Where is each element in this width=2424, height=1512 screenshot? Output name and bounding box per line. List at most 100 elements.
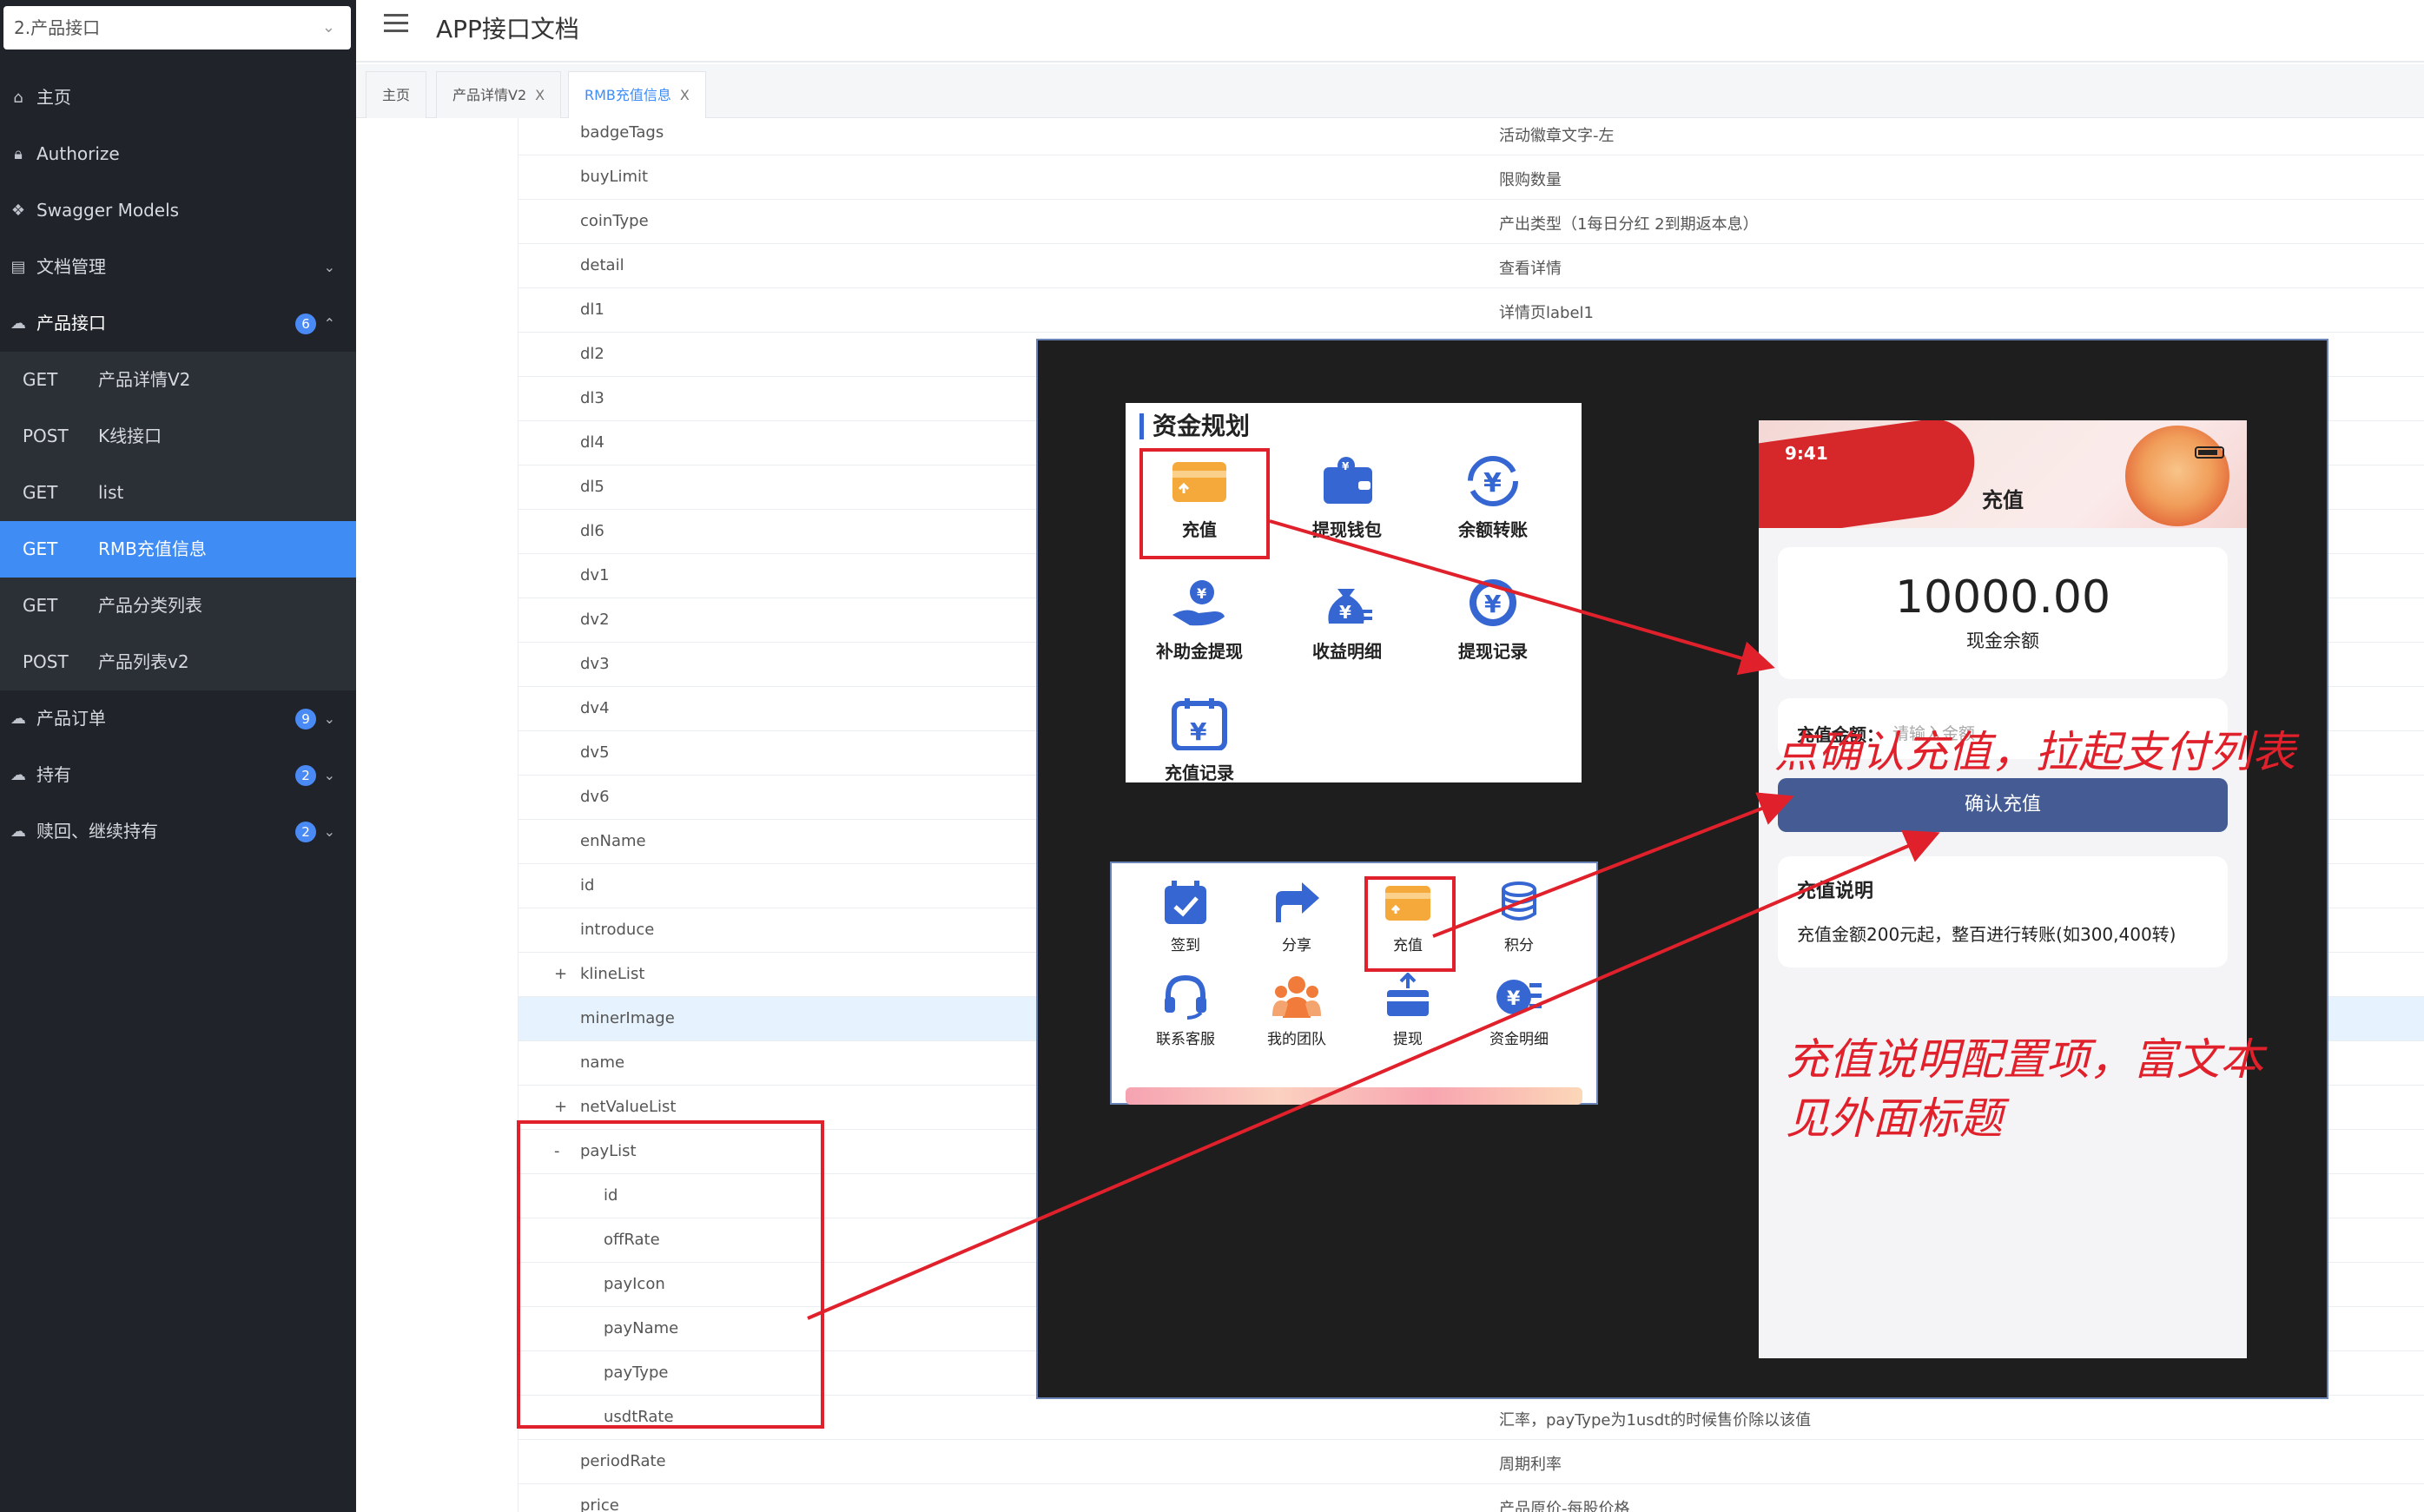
checkin-icon [1161,879,1210,926]
sidebar-item-redeem[interactable]: ☁ 赎回、继续持有 2 ⌄ [0,803,356,860]
sidebar-subitem[interactable]: POST K线接口 [0,408,356,465]
sidebar-item-doc-manage[interactable]: ▤ 文档管理 ⌄ [0,239,356,295]
param-description: 产出类型（1每日分红 2到期返本息） [1499,215,1759,234]
param-name: dv2 [580,611,610,629]
fund-detail-icon: ¥ [1495,973,1543,1020]
menu-toggle-icon[interactable] [384,14,408,36]
tab-product-detail[interactable]: 产品详情V2 X [436,71,562,118]
sidebar-subitem[interactable]: POST 产品列表v2 [0,634,356,690]
sidebar-item-authorize[interactable]: 🔒︎ Authorize [0,126,356,182]
sidebar-item-home[interactable]: ⌂ 主页 [0,69,356,126]
sidebar-item-label: 产品接口 [36,313,106,333]
phone-recharge-screen: 9:41 充值 10000.00 现金余额 充值金额： 请输入金额 确认充值 充… [1759,420,2247,1358]
hand-coin-icon: ¥ [1169,577,1230,629]
param-name: netValueList [580,1098,677,1116]
expand-icon[interactable]: + [554,965,567,983]
grid-item-label: 提现 [1393,1031,1423,1048]
count-badge: 2 [295,822,316,842]
svg-text:¥: ¥ [1484,590,1502,618]
grid-item-balance-transfer[interactable]: ¥ 余额转账 [1428,455,1558,541]
lock-icon: 🔒︎ [14,145,23,163]
param-name: dv3 [580,655,610,673]
close-icon[interactable]: X [680,87,690,103]
grid-item-label: 充值记录 [1165,763,1234,782]
tab-rmb-recharge[interactable]: RMB充值信息 X [568,71,706,118]
param-name: dl4 [580,433,604,452]
count-badge: 9 [295,709,316,730]
sidebar-item-label: 主页 [36,87,71,108]
grid-item-earnings-detail[interactable]: ¥ 收益明细 [1282,577,1412,663]
close-icon[interactable]: X [535,87,545,103]
coins-icon [1495,879,1543,926]
sidebar-item-holding[interactable]: ☁ 持有 2 ⌄ [0,747,356,803]
phone-page-title: 充值 [1982,488,2024,512]
table-row: detail 查看详情 [518,244,2424,288]
svg-text:¥: ¥ [1190,717,1207,746]
grid-item-points[interactable]: 积分 [1471,879,1567,954]
grid-item-label: 补助金提现 [1156,641,1243,662]
grid-item-checkin[interactable]: 签到 [1138,879,1233,954]
param-name: dl3 [580,389,604,407]
grid-item-withdraw-wallet[interactable]: ¥ 提现钱包 [1282,455,1412,541]
grid-item-label: 资金明细 [1489,1031,1549,1048]
param-name: dv5 [580,743,610,762]
expand-icon[interactable]: + [554,1098,567,1116]
highlight-box-paylist [517,1120,824,1429]
sidebar-subitem[interactable]: GET 产品详情V2 [0,352,356,408]
grid-item-fund-detail[interactable]: ¥ 资金明细 [1471,973,1567,1048]
http-method: GET [23,538,58,559]
sidebar-item-label: 持有 [36,764,71,785]
endpoint-label: 产品列表v2 [98,651,189,672]
param-description: 限购数量 [1499,171,1562,189]
sidebar-item-swagger-models[interactable]: ❖ Swagger Models [0,182,356,239]
confirm-recharge-button[interactable]: 确认充值 [1778,778,2228,832]
grid-item-withdraw[interactable]: 提现 [1360,972,1456,1048]
phone-header: 9:41 充值 [1759,420,2247,528]
grid-item-label: 余额转账 [1458,519,1528,540]
grid-item-recharge-record[interactable]: ¥ 充值记录 [1134,698,1265,782]
http-method: GET [23,482,58,503]
table-row: coinType 产出类型（1每日分红 2到期返本息） [518,200,2424,244]
param-name: detail [580,256,624,274]
http-method: POST [23,426,69,446]
withdraw-icon [1384,972,1432,1020]
grid-item-label: 提现钱包 [1312,519,1382,540]
annotation-confirm: 点确认充值，拉起支付列表 [1774,727,2295,777]
grid-item-withdraw-record[interactable]: ¥ 提现记录 [1428,577,1558,663]
grid-item-support[interactable]: 联系客服 [1138,973,1233,1048]
endpoint-label: 产品分类列表 [98,595,202,616]
sidebar-item-label: 赎回、继续持有 [36,821,158,842]
sidebar-subitem[interactable]: GET list [0,465,356,521]
param-name: dv4 [580,699,610,717]
sidebar-subitem-selected[interactable]: GET RMB充值信息 [0,521,356,578]
tab-home[interactable]: 主页 [366,71,427,118]
grid-item-label: 提现记录 [1458,641,1528,662]
recharge-notes-card: 充值说明 充值金额200元起，整百进行转账(如300,400转) [1778,856,2228,967]
param-name: dl1 [580,300,604,319]
group-select[interactable]: 2.产品接口 ⌄ [3,6,351,50]
sidebar-item-product-order[interactable]: ☁ 产品订单 9 ⌄ [0,690,356,747]
sidebar-item-product-api[interactable]: ☁ 产品接口 6 ⌃ [0,295,356,352]
grid-item-subsidy-withdraw[interactable]: ¥ 补助金提现 [1134,577,1265,663]
grid-item-share[interactable]: 分享 [1249,879,1344,954]
grid-item-my-team[interactable]: 我的团队 [1249,973,1344,1048]
battery-icon [2195,446,2224,459]
wallet-icon: ¥ [1317,455,1377,507]
quick-actions-card: 签到 分享 充值 积分 联系客服 我的团队 提现 ¥ 资金明细 [1110,862,1598,1105]
http-method: POST [23,651,69,672]
count-badge: 2 [295,765,316,786]
highlight-box-recharge-1 [1139,448,1270,559]
sidebar-subitem[interactable]: GET 产品分类列表 [0,578,356,634]
balance-card: 10000.00 现金余额 [1778,547,2228,679]
notes-text: 充值金额200元起，整百进行转账(如300,400转) [1797,924,2176,945]
param-name: dv1 [580,566,610,584]
chevron-down-icon: ⌄ [321,18,335,36]
param-name: dl2 [580,345,604,363]
grid-item-label: 我的团队 [1267,1031,1326,1048]
param-name: id [580,876,595,895]
sidebar: 2.产品接口 ⌄ ⌂ 主页 🔒︎ Authorize ❖ Swagger Mod… [0,0,356,1512]
quick-actions-grid: 签到 分享 充值 积分 联系客服 我的团队 提现 ¥ 资金明细 [1129,870,1579,1075]
http-method: GET [23,369,58,390]
param-description: 详情页label1 [1499,304,1594,322]
grid-item-label: 收益明细 [1312,641,1382,662]
